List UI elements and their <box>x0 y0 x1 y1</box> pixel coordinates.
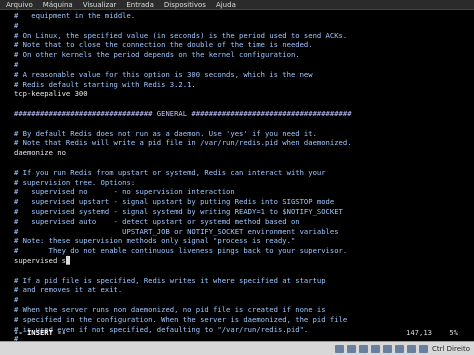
editor-line: # A reasonable value for this option is … <box>14 69 313 79</box>
editor-line: # On Linux, the specified value (in seco… <box>14 30 348 40</box>
shared-folders-icon[interactable] <box>382 344 392 353</box>
editor-line: # If a pid file is specified, Redis writ… <box>14 275 326 285</box>
mouse-integration-icon[interactable] <box>418 344 428 353</box>
editor-line: # If you run Redis from upstart or syste… <box>14 167 326 177</box>
scroll-percent: 5% <box>449 328 458 337</box>
menu-item-arquivo[interactable]: Arquivo <box>6 1 33 9</box>
editor-line: # <box>14 20 19 30</box>
editor-line: # <box>14 59 19 69</box>
text-cursor: _ <box>65 255 71 265</box>
editor-line: # Note that Redis will write a pid file … <box>14 138 352 148</box>
editor-line: # supervised systemd - signal systemd by… <box>14 206 343 216</box>
editor-line: daemonize no <box>14 148 66 158</box>
vim-editor-buffer[interactable]: # equipment in the middle. # # On Linux, t… <box>14 11 462 341</box>
menu-item-maquina[interactable]: Máquina <box>43 1 73 9</box>
vm-menubar: Arquivo Máquina Visualizar Entrada Dispo… <box>0 0 474 10</box>
insert-mode-indicator: -- INSERT -- <box>14 328 66 337</box>
editor-line: # equipment in the middle. <box>14 11 136 20</box>
editor-line: # <box>14 295 19 305</box>
editor-line: # and removes it at exit. <box>14 285 123 295</box>
editor-line: # Note: these supervision methods only s… <box>14 236 296 246</box>
display-icon[interactable] <box>394 344 404 353</box>
editor-line: # They do not enable continuous liveness… <box>14 246 348 256</box>
editor-line: # UPSTART_JOB or NOTIFY_SOCKET environme… <box>14 226 339 236</box>
editor-line: # On other kernels the period depends on… <box>14 50 300 60</box>
editor-line: # supervised auto - detect upstart or sy… <box>14 216 300 226</box>
menu-item-entrada[interactable]: Entrada <box>126 1 154 9</box>
menu-item-visualizar[interactable]: Visualizar <box>83 1 117 9</box>
vm-status-bar: Ctrl Direito <box>0 341 474 355</box>
hard-disk-icon[interactable] <box>334 344 344 353</box>
optical-drive-icon[interactable] <box>346 344 356 353</box>
usb-icon[interactable] <box>358 344 368 353</box>
cursor-position: 147,13 <box>406 328 432 337</box>
editor-line: ################################ GENERAL… <box>14 108 352 118</box>
network-icon[interactable] <box>370 344 380 353</box>
editor-line: # supervision tree. Options: <box>14 177 136 187</box>
editor-line: # When the server runs non daemonized, n… <box>14 304 326 314</box>
editor-line: # Note that to close the connection the … <box>14 40 313 50</box>
host-key-label: Ctrl Direito <box>431 344 470 353</box>
editor-line: # specified in the configuration. When t… <box>14 314 348 324</box>
editor-line: # supervised no - no supervision interac… <box>14 187 235 197</box>
editor-line: # By default Redis does not run as a dae… <box>14 128 317 138</box>
vim-status-line: -- INSERT -- 147,13 5% <box>14 328 462 338</box>
editor-line: # Redis default starting with Redis 3.2.… <box>14 79 196 89</box>
menu-item-dispositivos[interactable]: Dispositivos <box>164 1 206 9</box>
video-capture-icon[interactable] <box>406 344 416 353</box>
editor-line: # supervised upstart - signal upstart by… <box>14 197 335 207</box>
menu-item-ajuda[interactable]: Ajuda <box>216 1 236 9</box>
editor-line: tcp-keepalive 300 <box>14 89 88 99</box>
editor-line: supervised s_ <box>14 255 71 265</box>
